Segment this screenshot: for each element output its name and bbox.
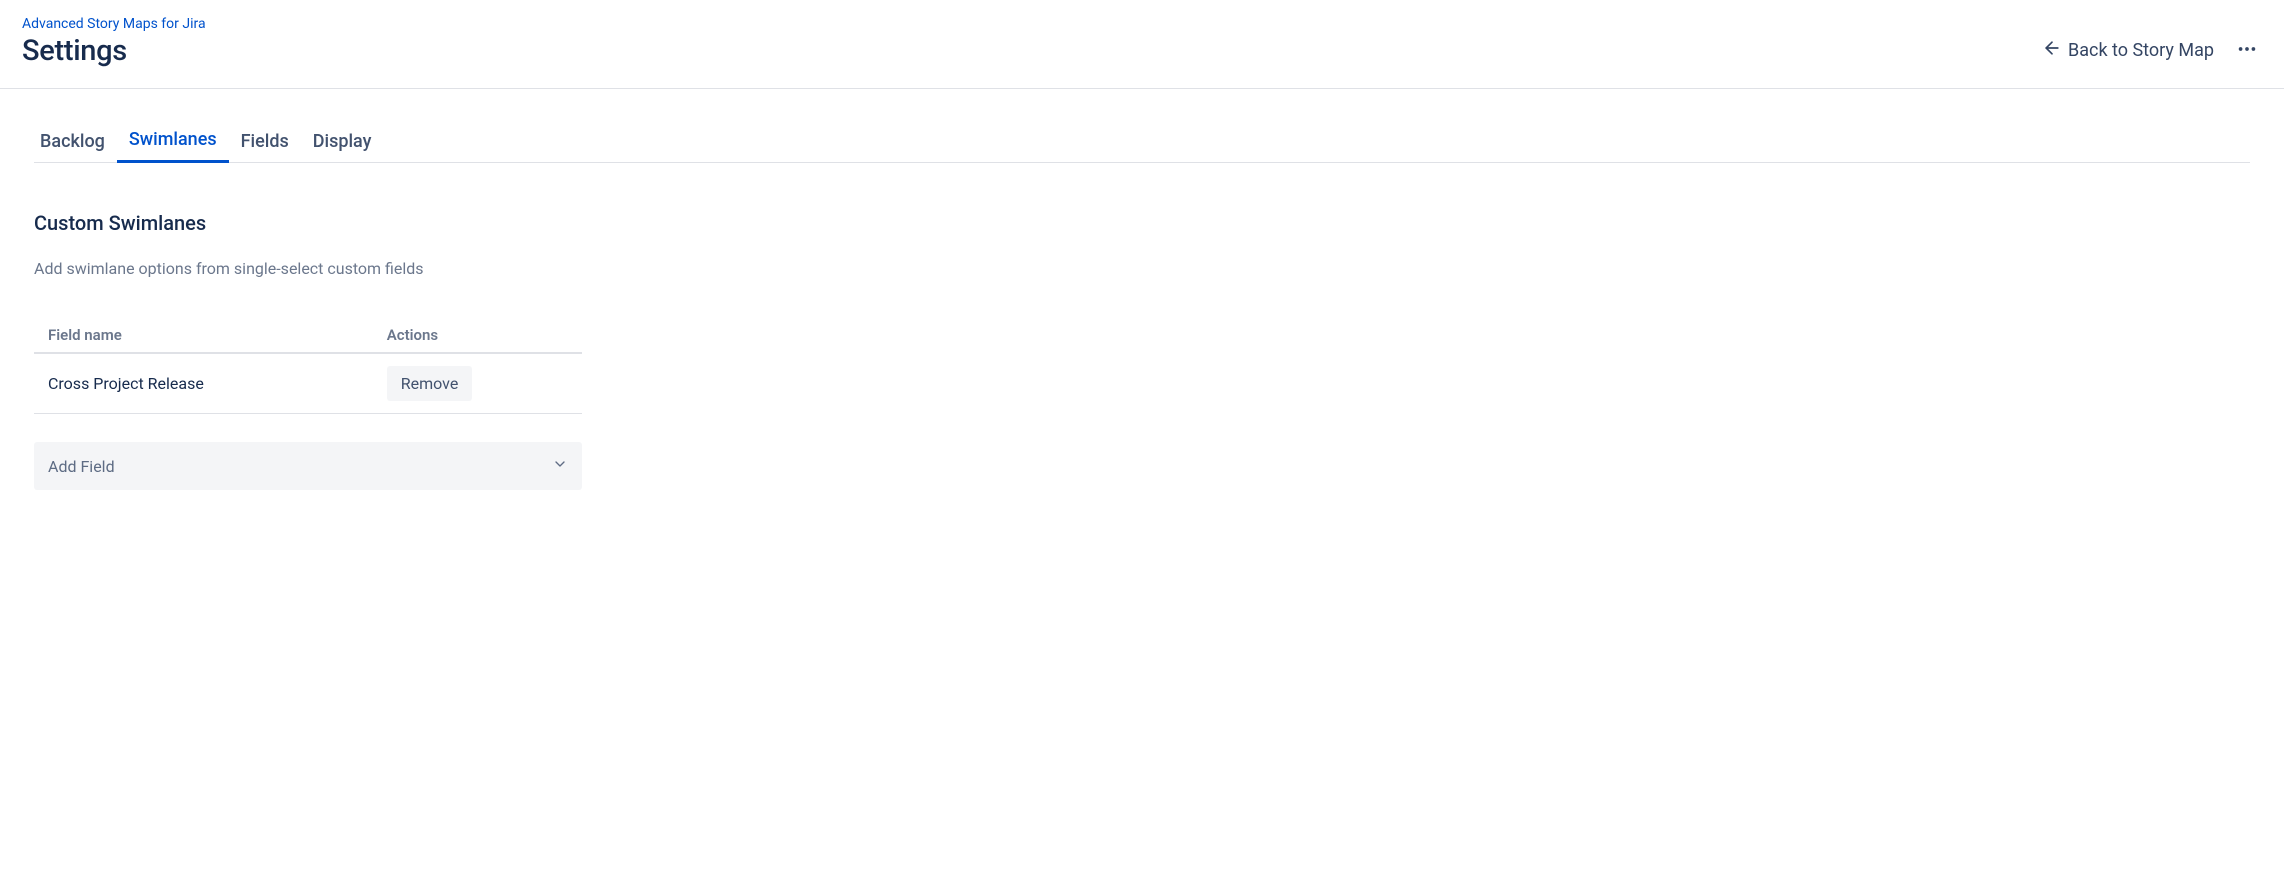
swimlanes-table: Field name Actions Cross Project Release… — [34, 318, 582, 414]
header-left: Advanced Story Maps for Jira Settings — [22, 16, 206, 68]
breadcrumb-link[interactable]: Advanced Story Maps for Jira — [22, 16, 206, 32]
tab-fields[interactable]: Fields — [229, 121, 301, 163]
table-row: Cross Project Release Remove — [34, 353, 582, 414]
header-right: Back to Story Map — [2042, 16, 2262, 67]
tab-display[interactable]: Display — [301, 121, 384, 163]
table-cell-actions: Remove — [373, 353, 582, 414]
section-title: Custom Swimlanes — [34, 211, 2250, 235]
more-horizontal-icon — [2236, 38, 2258, 63]
table-header-field-name: Field name — [34, 318, 373, 353]
more-actions-button[interactable] — [2232, 34, 2262, 67]
page-title: Settings — [22, 34, 206, 68]
page-header: Advanced Story Maps for Jira Settings Ba… — [0, 0, 2284, 89]
table-header-actions: Actions — [373, 318, 582, 353]
table-cell-field-name: Cross Project Release — [34, 353, 373, 414]
custom-swimlanes-section: Custom Swimlanes Add swimlane options fr… — [34, 211, 2250, 490]
add-field-select[interactable]: Add Field — [34, 442, 582, 490]
add-field-placeholder: Add Field — [48, 457, 115, 476]
back-to-story-map-button[interactable]: Back to Story Map — [2042, 38, 2214, 63]
tab-swimlanes[interactable]: Swimlanes — [117, 121, 229, 163]
section-description: Add swimlane options from single-select … — [34, 259, 2250, 278]
tab-backlog[interactable]: Backlog — [34, 121, 117, 163]
arrow-left-icon — [2042, 38, 2062, 63]
chevron-down-icon — [552, 456, 568, 476]
remove-button[interactable]: Remove — [387, 366, 473, 401]
back-button-label: Back to Story Map — [2068, 40, 2214, 61]
content-area: Backlog Swimlanes Fields Display Custom … — [0, 121, 2284, 490]
tabs-container: Backlog Swimlanes Fields Display — [34, 121, 2250, 163]
